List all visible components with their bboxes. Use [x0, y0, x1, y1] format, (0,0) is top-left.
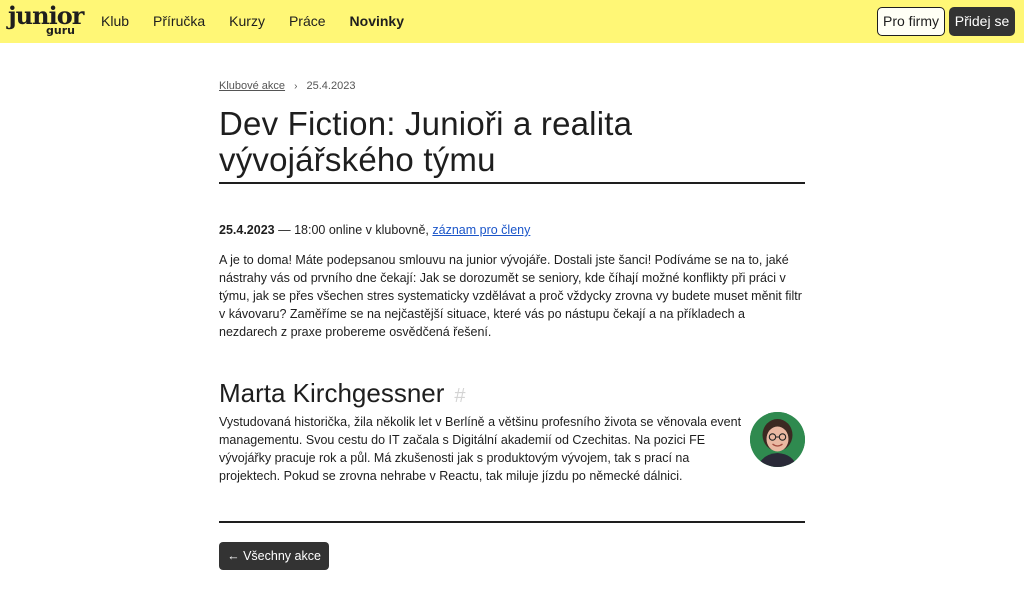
speaker-name: Marta Kirchgessner — [219, 378, 445, 408]
join-button[interactable]: Přidej se — [949, 7, 1015, 36]
main-nav: Klub Příručka Kurzy Práce Novinky — [101, 0, 428, 43]
event-description: A je to doma! Máte podepsanou smlouvu na… — [219, 253, 802, 339]
breadcrumb-current: 25.4.2023 — [306, 80, 356, 92]
junior-guru-logo[interactable]: junior guru — [8, 2, 84, 37]
event-meta: 25.4.2023 — 18:00 online v klubovně, záz… — [219, 223, 530, 237]
heading-anchor-link[interactable]: # — [454, 385, 465, 407]
nav-item-kurzy[interactable]: Kurzy — [229, 0, 265, 43]
nav-item-klub[interactable]: Klub — [101, 0, 129, 43]
speaker-heading: Marta Kirchgessner # — [219, 377, 466, 412]
all-events-button[interactable]: ← Všechny akce — [219, 542, 329, 570]
nav-item-novinky[interactable]: Novinky — [350, 0, 404, 43]
speaker-avatar — [750, 412, 805, 467]
nav-item-prace[interactable]: Práce — [289, 0, 326, 43]
all-events-label: Všechny akce — [243, 549, 321, 563]
event-date: 25.4.2023 — [219, 223, 275, 237]
speaker-bio: Vystudovaná historička, žila několik let… — [219, 415, 742, 483]
event-time-place: 18:00 online v klubovně, — [294, 223, 429, 237]
for-companies-button[interactable]: Pro firmy — [877, 7, 945, 36]
meta-dash: — — [278, 223, 291, 237]
breadcrumb-separator: › — [294, 81, 298, 92]
breadcrumb-club-events-link[interactable]: Klubové akce — [219, 80, 285, 92]
title-divider — [219, 182, 805, 184]
logo-text-bottom: guru — [46, 24, 75, 37]
breadcrumb: Klubové akce › 25.4.2023 — [219, 80, 355, 92]
recording-link[interactable]: záznam pro členy — [432, 223, 530, 237]
speaker-portrait-image — [750, 412, 805, 467]
arrow-left-icon: ← — [227, 549, 240, 563]
nav-item-prirucka[interactable]: Příručka — [153, 0, 205, 43]
page-title: Dev Fiction: Junioři a realita vývojářsk… — [219, 105, 633, 178]
content-divider — [219, 521, 805, 523]
site-header: junior guru Klub Příručka Kurzy Práce No… — [0, 0, 1024, 43]
